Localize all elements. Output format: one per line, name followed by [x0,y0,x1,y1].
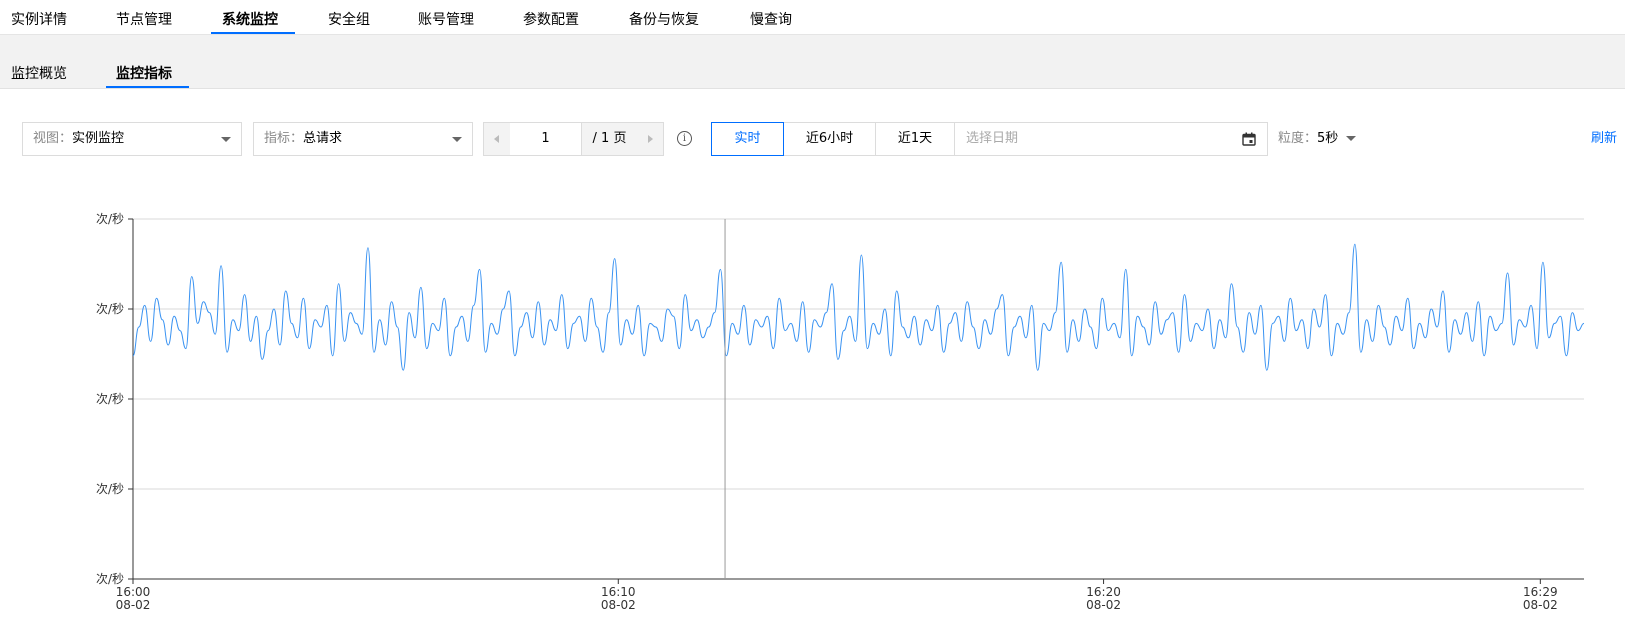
refresh-button[interactable]: 刷新 [1591,122,1617,156]
x-axis-labels: 16:0008-0216:1008-0216:2008-0216:2908-02 [116,585,1558,612]
monitor-toolbar: 视图：实例监控 指标：总请求 1 / 1 页 i 实时 近6小时 近1天 选择日… [0,122,1625,156]
view-select[interactable]: 视图：实例监控 [22,122,242,156]
granularity-label: 粒度： [1278,131,1318,146]
page-number-input[interactable]: 1 [510,123,582,155]
pagination: 1 / 1 页 [483,122,664,156]
tab-backup-restore[interactable]: 备份与恢复 [629,9,699,29]
x-tick-date-label: 08-02 [601,598,636,612]
tab-parameter-config[interactable]: 参数配置 [523,9,579,29]
tab-monitoring-metrics[interactable]: 监控指标 [116,63,172,83]
range-1d-button[interactable]: 近1天 [875,122,955,156]
active-subtab-indicator [106,86,189,88]
arrow-left-icon [494,135,499,143]
date-picker-input[interactable]: 选择日期 [954,122,1268,156]
x-tick-time-label: 16:00 [116,585,151,599]
info-circle-icon[interactable]: i [677,131,692,146]
x-tick-date-label: 08-02 [116,598,151,612]
x-tick-time-label: 16:10 [601,585,636,599]
requests-line-chart: 次/秒次/秒次/秒次/秒次/秒 16:0008-0216:1008-0216:2… [96,212,1585,612]
chevron-down-icon [221,137,231,142]
series-line [132,243,1585,371]
x-tick-time-label: 16:20 [1086,585,1121,599]
prev-page-button[interactable] [484,123,510,155]
granularity-select[interactable]: 粒度：5秒 [1278,122,1357,156]
view-select-value: 实例监控 [72,131,125,146]
x-tick-date-label: 08-02 [1086,598,1121,612]
y-tick-label: 次/秒 [96,392,124,406]
y-tick-label: 次/秒 [96,212,124,226]
tab-node-management[interactable]: 节点管理 [116,9,172,29]
tab-instance-details[interactable]: 实例详情 [11,9,67,29]
date-placeholder: 选择日期 [966,131,1019,146]
tab-account-management[interactable]: 账号管理 [418,9,474,29]
x-tick-date-label: 08-02 [1523,598,1558,612]
chart-grid [128,218,1584,584]
range-6h-button[interactable]: 近6小时 [783,122,876,156]
view-select-label: 视图： [33,131,73,146]
tab-slow-query[interactable]: 慢查询 [750,9,792,29]
next-page-button[interactable] [637,123,663,155]
metric-select[interactable]: 指标：总请求 [253,122,473,156]
metric-select-label: 指标： [264,131,304,146]
top-tab-bar: 实例详情 节点管理 系统监控 安全组 账号管理 参数配置 备份与恢复 慢查询 [0,0,1625,35]
chevron-down-icon [1346,136,1357,141]
chevron-down-icon [452,137,462,142]
calendar-icon[interactable] [1242,132,1256,146]
y-axis-labels: 次/秒次/秒次/秒次/秒次/秒 [96,212,124,586]
y-tick-label: 次/秒 [96,572,124,586]
active-tab-indicator [211,32,295,34]
x-tick-time-label: 16:29 [1523,585,1558,599]
granularity-value: 5秒 [1317,131,1339,146]
page-total: / 1 页 [582,123,637,155]
y-tick-label: 次/秒 [96,302,124,316]
y-tick-label: 次/秒 [96,482,124,496]
tab-monitoring-overview[interactable]: 监控概览 [11,63,67,83]
arrow-right-icon [648,135,653,143]
tab-system-monitoring[interactable]: 系统监控 [222,9,278,29]
tab-security-group[interactable]: 安全组 [328,9,370,29]
range-realtime-button[interactable]: 实时 [711,122,784,156]
metric-select-value: 总请求 [303,131,343,146]
sub-tab-bar: 监控概览 监控指标 [0,35,1625,89]
